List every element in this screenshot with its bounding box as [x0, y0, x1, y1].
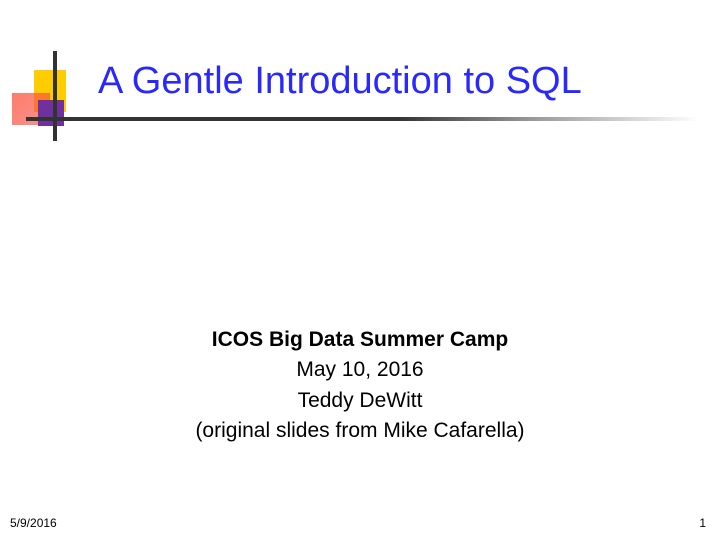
title-underline-gradient	[26, 117, 700, 121]
slide-title: A Gentle Introduction to SQL	[98, 60, 582, 103]
footer-date: 5/9/2016	[10, 516, 57, 530]
presentation-slide: A Gentle Introduction to SQL ICOS Big Da…	[0, 0, 720, 540]
subtitle-attribution: (original slides from Mike Cafarella)	[0, 416, 720, 446]
subtitle-author: Teddy DeWitt	[0, 386, 720, 416]
slide-decoration-icon	[12, 78, 87, 133]
subtitle-date: May 10, 2016	[0, 355, 720, 385]
decoration-vertical-line	[53, 51, 57, 141]
title-underline	[26, 117, 700, 121]
decoration-purple-square	[38, 100, 64, 126]
footer-page-number: 1	[699, 516, 706, 530]
subtitle-heading: ICOS Big Data Summer Camp	[0, 325, 720, 355]
subtitle-block: ICOS Big Data Summer Camp May 10, 2016 T…	[0, 325, 720, 447]
